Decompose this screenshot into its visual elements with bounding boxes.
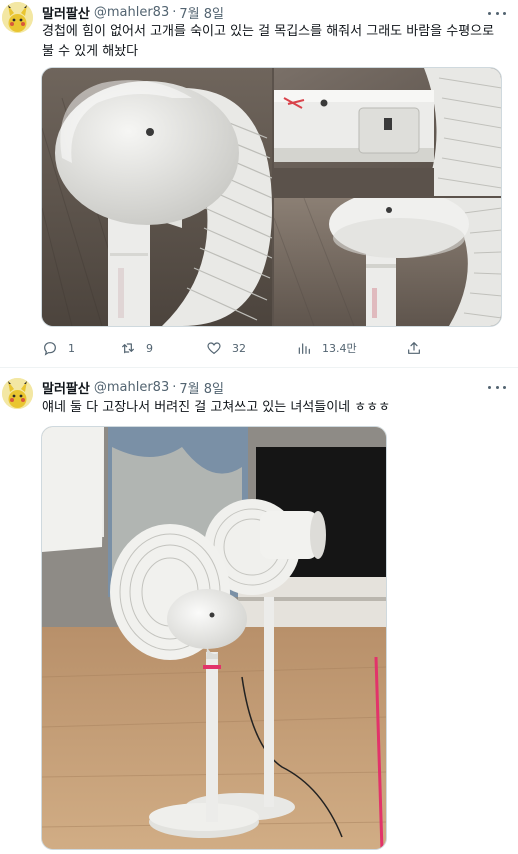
tweet-header: 말러팔산 @mahler83 · 7월 8일 xyxy=(42,378,224,397)
more-icon[interactable] xyxy=(488,8,506,18)
tweet[interactable]: 말러팔산 @mahler83 · 7월 8일 얘네 둘 다 고장나서 버려진 걸… xyxy=(0,368,518,854)
tweet-photo[interactable] xyxy=(274,198,501,326)
author-handle[interactable]: @mahler83 xyxy=(94,380,169,395)
views-icon xyxy=(298,343,310,354)
reply-count: 1 xyxy=(68,341,75,355)
tweet-date[interactable]: 7월 8일 xyxy=(179,3,224,22)
tweet-text: 얘네 둘 다 고장나서 버려진 걸 고쳐쓰고 있는 녀석들이네 ㅎㅎㅎ xyxy=(42,400,391,415)
tweet[interactable]: 말러팔산 @mahler83 · 7월 8일 경첩에 힘이 없어서 고개를 숙이… xyxy=(0,0,518,368)
separator: · xyxy=(172,5,177,20)
tweet-text: 경첩에 힘이 없어서 고개를 숙이고 있는 걸 목깁스를 해줘서 그래도 바람을… xyxy=(42,24,495,59)
retweet-count: 9 xyxy=(146,341,153,355)
like-button[interactable]: 32 xyxy=(206,338,246,358)
separator: · xyxy=(172,380,177,395)
more-icon[interactable] xyxy=(488,382,506,392)
like-count: 32 xyxy=(232,341,246,355)
avatar[interactable] xyxy=(2,378,33,409)
author-handle[interactable]: @mahler83 xyxy=(94,5,169,20)
tweet-actions: 1 9 32 13.4만 xyxy=(42,338,442,358)
author-name[interactable]: 말러팔산 xyxy=(42,3,90,22)
tweet-header: 말러팔산 @mahler83 · 7월 8일 xyxy=(42,3,224,22)
retweet-icon xyxy=(122,343,134,354)
avatar[interactable] xyxy=(2,2,33,33)
reply-button[interactable]: 1 xyxy=(42,338,75,358)
tweet-photo[interactable] xyxy=(274,68,501,196)
share-icon xyxy=(408,342,420,354)
tweet-photo[interactable] xyxy=(42,68,272,326)
share-button[interactable] xyxy=(406,338,422,358)
tweet-media-grid[interactable] xyxy=(41,67,502,327)
views-count: 13.4만 xyxy=(322,342,357,355)
author-name[interactable]: 말러팔산 xyxy=(42,378,90,397)
reply-icon xyxy=(44,342,56,356)
tweet-date[interactable]: 7월 8일 xyxy=(179,378,224,397)
like-icon xyxy=(207,342,221,355)
retweet-button[interactable]: 9 xyxy=(120,338,153,358)
tweet-photo[interactable] xyxy=(41,426,387,850)
views-button[interactable]: 13.4만 xyxy=(296,338,357,358)
